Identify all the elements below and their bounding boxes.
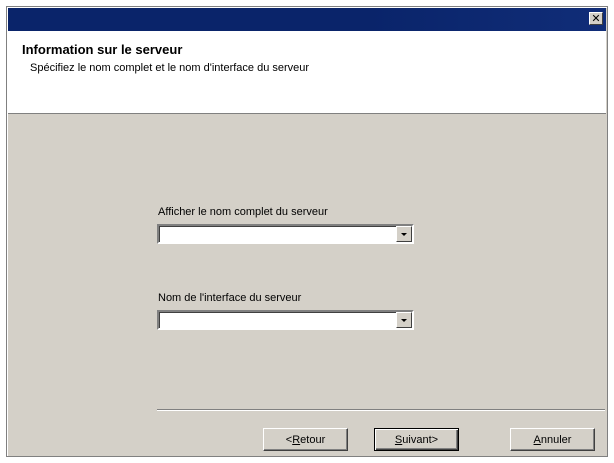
next-label: uivant — [402, 433, 432, 446]
page-title: Information sur le serveur — [22, 42, 183, 57]
button-separator — [157, 409, 605, 411]
next-suffix: > — [431, 433, 439, 446]
cancel-button[interactable]: Annuler — [510, 428, 595, 451]
close-icon: ✕ — [591, 12, 601, 25]
back-button[interactable]: < Retour — [263, 428, 348, 451]
cancel-mnemonic: A — [533, 433, 541, 446]
close-button[interactable]: ✕ — [589, 12, 603, 25]
page-description: Spécifiez le nom complet et le nom d'int… — [30, 62, 310, 74]
wizard-window: ✕ Information sur le serveur Spécifiez l… — [6, 6, 608, 457]
next-mnemonic: S — [394, 433, 403, 446]
next-button[interactable]: Suivant > — [374, 428, 459, 451]
wizard-header: Information sur le serveur Spécifiez le … — [8, 31, 606, 114]
chevron-down-icon[interactable] — [396, 226, 412, 242]
chevron-down-icon[interactable] — [396, 312, 412, 328]
back-mnemonic: R — [292, 433, 301, 446]
interface-name-combobox[interactable] — [157, 310, 414, 330]
back-label: etour — [300, 433, 326, 446]
cancel-label: nnuler — [540, 433, 572, 446]
title-bar: ✕ — [8, 8, 606, 31]
full-name-label: Afficher le nom complet du serveur — [158, 206, 328, 218]
interface-name-label: Nom de l'interface du serveur — [158, 292, 302, 304]
full-name-combobox[interactable] — [157, 224, 414, 244]
